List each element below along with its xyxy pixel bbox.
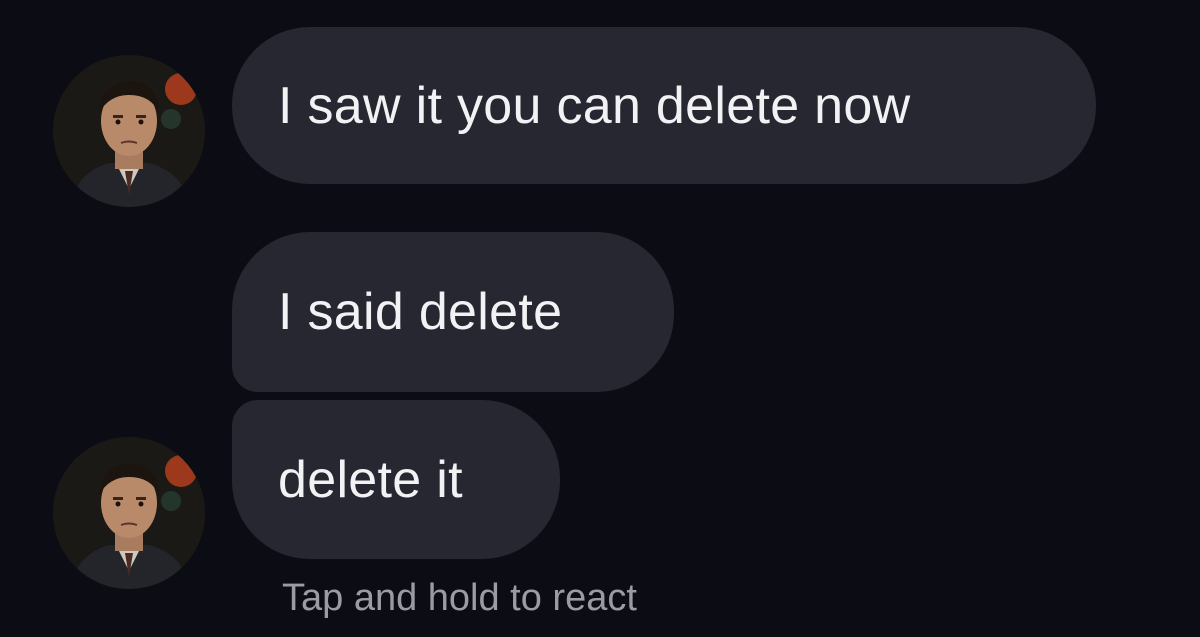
message-bubble[interactable]: I said delete [232, 232, 674, 392]
avatar-photo [53, 437, 205, 589]
message-text: delete it [278, 450, 463, 509]
message-bubble[interactable]: I saw it you can delete now [232, 27, 1096, 184]
contact-avatar[interactable] [53, 55, 205, 207]
contact-avatar[interactable] [53, 437, 205, 589]
avatar-photo [53, 55, 205, 207]
message-text: I said delete [278, 283, 563, 341]
message-text: I saw it you can delete now [278, 76, 911, 135]
message-bubble[interactable]: delete it [232, 400, 560, 559]
reaction-hint: Tap and hold to react [282, 577, 637, 619]
message-thread: I saw it you can delete now I said delet… [0, 0, 1200, 637]
